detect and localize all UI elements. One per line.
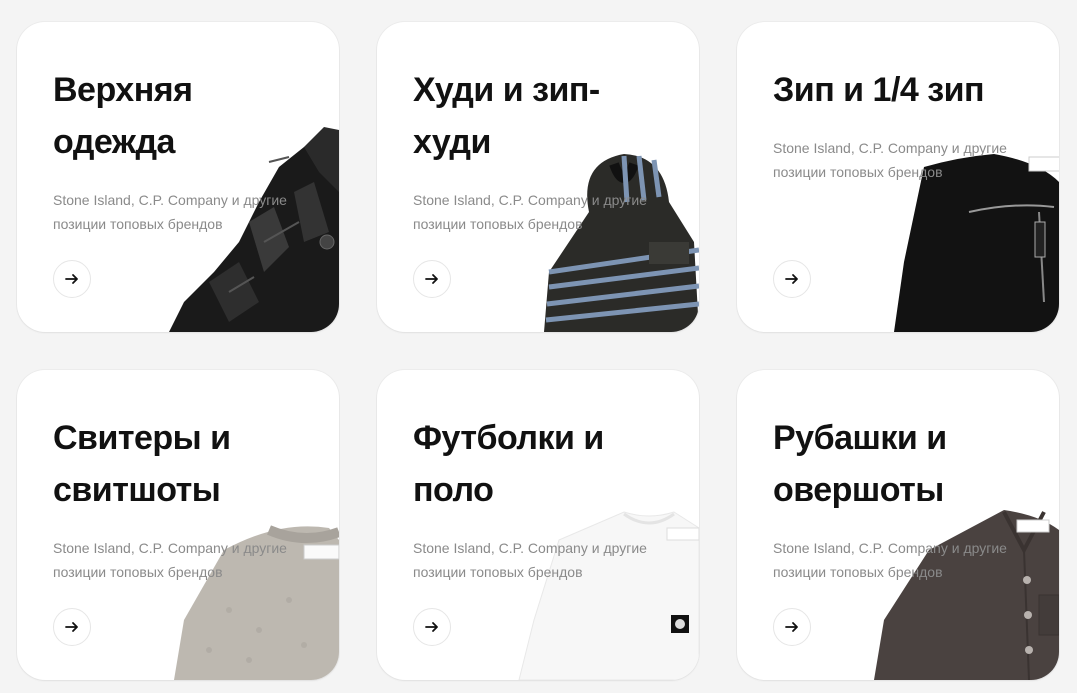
card-subtitle: Stone Island, C.P. Company и другие пози…	[413, 540, 647, 580]
card-title: Худи и зип- худи	[413, 71, 600, 161]
card-title: Свитеры и свитшоты	[53, 419, 231, 509]
arrow-button[interactable]	[413, 260, 451, 298]
card-title: Зип и 1/4 зип	[773, 71, 985, 109]
category-card-shirts[interactable]: Рубашки и овершоты Stone Island, C.P. Co…	[737, 370, 1059, 680]
arrow-button[interactable]	[773, 260, 811, 298]
card-subtitle: Stone Island, C.P. Company и другие пози…	[773, 540, 1007, 580]
card-subtitle: Stone Island, C.P. Company и другие пози…	[773, 140, 1007, 180]
arrow-button[interactable]	[53, 608, 91, 646]
arrow-right-icon	[785, 622, 798, 632]
category-card-zip[interactable]: Зип и 1/4 зип Stone Island, C.P. Company…	[737, 22, 1059, 332]
arrow-right-icon	[785, 274, 798, 284]
category-grid: Верхняя одежда Stone Island, C.P. Compan…	[0, 0, 1077, 693]
card-subtitle: Stone Island, C.P. Company и другие пози…	[53, 192, 287, 232]
arrow-right-icon	[65, 622, 78, 632]
arrow-button[interactable]	[413, 608, 451, 646]
category-card-hoodies[interactable]: Худи и зип- худи Stone Island, C.P. Comp…	[377, 22, 699, 332]
arrow-right-icon	[425, 274, 438, 284]
category-card-outerwear[interactable]: Верхняя одежда Stone Island, C.P. Compan…	[17, 22, 339, 332]
category-card-sweaters[interactable]: Свитеры и свитшоты Stone Island, C.P. Co…	[17, 370, 339, 680]
card-title: Рубашки и овершоты	[773, 419, 947, 509]
category-card-tshirts[interactable]: Футболки и поло Stone Island, C.P. Compa…	[377, 370, 699, 680]
arrow-right-icon	[425, 622, 438, 632]
card-subtitle: Stone Island, C.P. Company и другие пози…	[53, 540, 287, 580]
card-subtitle: Stone Island, C.P. Company и другие пози…	[413, 192, 647, 232]
arrow-button[interactable]	[53, 260, 91, 298]
card-title: Верхняя одежда	[53, 71, 193, 161]
arrow-button[interactable]	[773, 608, 811, 646]
card-title: Футболки и поло	[413, 419, 604, 509]
arrow-right-icon	[65, 274, 78, 284]
